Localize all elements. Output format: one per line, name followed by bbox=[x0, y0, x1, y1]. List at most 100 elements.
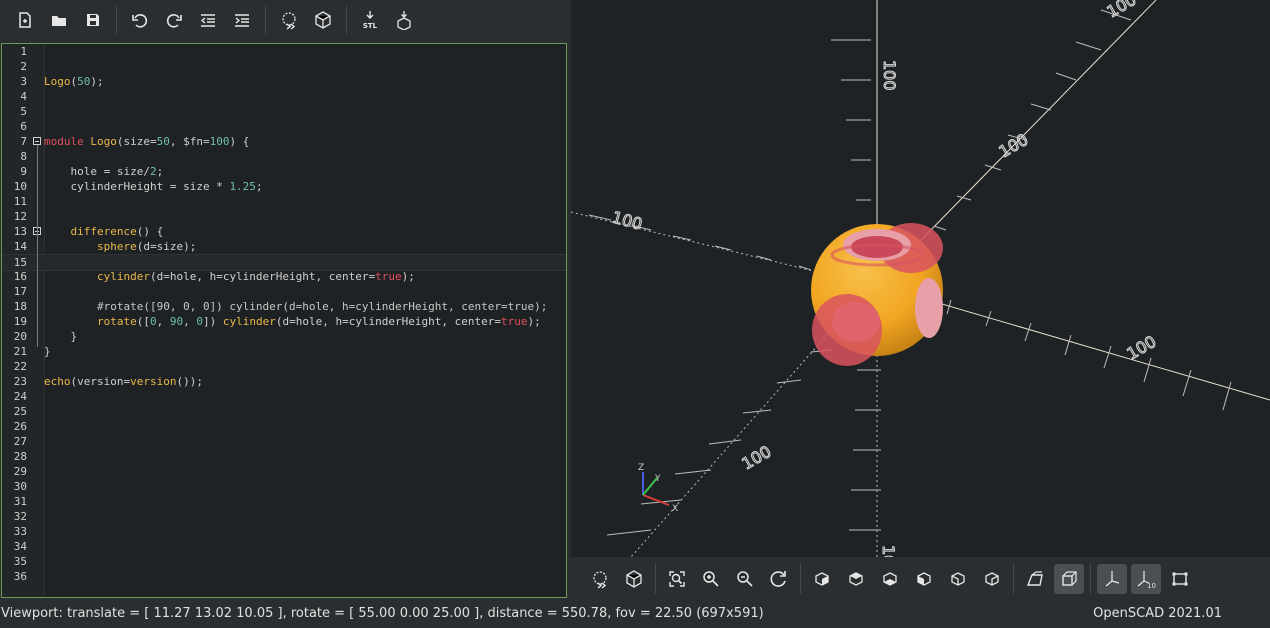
axis-label: 100 bbox=[739, 442, 775, 474]
code-line[interactable]: 20 } bbox=[2, 329, 566, 344]
line-text: sphere(d=size); bbox=[96, 240, 197, 253]
toolbar-separator bbox=[655, 563, 656, 594]
code-line[interactable]: 36 bbox=[2, 569, 566, 584]
line-text: cylinderHeight = size * 1.25; bbox=[44, 180, 263, 193]
code-line[interactable]: 22 bbox=[2, 359, 566, 374]
view-right-button[interactable] bbox=[807, 564, 837, 594]
redo-icon bbox=[166, 14, 182, 28]
view-left-button[interactable] bbox=[909, 564, 939, 594]
line-number: 16 bbox=[13, 270, 27, 283]
line-number: 32 bbox=[13, 510, 27, 523]
code-line[interactable]: 35 bbox=[2, 554, 566, 569]
redo-button[interactable] bbox=[159, 5, 189, 35]
save-icon bbox=[87, 14, 99, 26]
zoom-in-button[interactable] bbox=[696, 564, 726, 594]
code-line[interactable]: 26 bbox=[2, 419, 566, 434]
line-text: module Logo(size=50, $fn=100) { bbox=[44, 135, 250, 148]
code-line[interactable]: 4 bbox=[2, 89, 566, 104]
code-line[interactable]: 21} bbox=[2, 344, 566, 359]
show-axes-button[interactable] bbox=[1097, 563, 1127, 594]
zoom-in-icon bbox=[703, 570, 719, 587]
line-number: 2 bbox=[20, 60, 27, 73]
line-number: 10 bbox=[13, 180, 27, 193]
show-scale-markers-button[interactable]: 10 bbox=[1131, 563, 1161, 594]
code-line[interactable]: 16 cylinder(d=hole, h=cylinderHeight, ce… bbox=[2, 269, 566, 284]
show-edges-button[interactable] bbox=[1165, 564, 1195, 594]
preview-button[interactable] bbox=[585, 564, 615, 594]
view-all-icon bbox=[669, 570, 685, 587]
code-line[interactable]: 18 #rotate([90, 0, 0]) cylinder(d=hole, … bbox=[2, 299, 566, 314]
perspective-icon bbox=[1026, 570, 1043, 586]
code-line[interactable]: 3 Logo(50); bbox=[2, 74, 566, 89]
line-number: 35 bbox=[13, 555, 27, 568]
view-all-button[interactable] bbox=[662, 564, 692, 594]
zoom-out-button[interactable] bbox=[730, 564, 760, 594]
line-number: 7 bbox=[20, 135, 27, 148]
code-line[interactable]: 2 bbox=[2, 59, 566, 74]
export-stl-button[interactable]: STL bbox=[355, 5, 385, 35]
code-line[interactable]: 31 bbox=[2, 494, 566, 509]
view-front-icon bbox=[951, 571, 965, 586]
code-line[interactable]: 10 cylinderHeight = size * 1.25; bbox=[2, 179, 566, 194]
code-line[interactable]: 30 bbox=[2, 479, 566, 494]
view-bottom-button[interactable] bbox=[875, 564, 905, 594]
toolbar-separator bbox=[116, 6, 117, 34]
save-button[interactable] bbox=[78, 5, 108, 35]
send-to-print-button[interactable] bbox=[389, 5, 419, 35]
code-line[interactable]: 23 echo(version=version()); bbox=[2, 374, 566, 389]
code-line[interactable]: 7 module Logo(size=50, $fn=100) { bbox=[2, 134, 566, 149]
reset-view-button[interactable] bbox=[764, 564, 794, 594]
code-editor[interactable]: 1 2 3 Logo(50); 4 5 6 7 module Logo(size=50, $fn… bbox=[1, 43, 567, 598]
code-line[interactable]: 33 bbox=[2, 524, 566, 539]
indent-button[interactable] bbox=[227, 5, 257, 35]
axis-gizmo: Z Y X bbox=[638, 463, 678, 514]
code-line[interactable]: 24 bbox=[2, 389, 566, 404]
axis-label: 100 bbox=[1104, 0, 1140, 21]
code-line[interactable]: 19 rotate([0, 90, 0]) cylinder(d=hole, h… bbox=[2, 314, 566, 329]
unindent-button[interactable] bbox=[193, 5, 223, 35]
line-text: difference() { bbox=[70, 225, 164, 238]
reset-view-icon bbox=[770, 570, 786, 587]
orthogonal-button[interactable] bbox=[1054, 563, 1084, 594]
code-line[interactable]: 11 bbox=[2, 194, 566, 209]
undo-icon bbox=[132, 14, 148, 28]
code-line[interactable]: 1 bbox=[2, 44, 566, 59]
render-button[interactable] bbox=[308, 5, 338, 35]
new-file-button[interactable] bbox=[10, 5, 40, 35]
code-line[interactable]: 29 bbox=[2, 464, 566, 479]
code-line[interactable]: 5 bbox=[2, 104, 566, 119]
undo-button[interactable] bbox=[125, 5, 155, 35]
toolbar-separator bbox=[346, 6, 347, 34]
view-back-button[interactable] bbox=[977, 564, 1007, 594]
view-left-icon bbox=[917, 571, 931, 586]
code-line[interactable]: 17 bbox=[2, 284, 566, 299]
code-line[interactable]: 28 bbox=[2, 449, 566, 464]
perspective-button[interactable] bbox=[1020, 564, 1050, 594]
open-file-button[interactable] bbox=[44, 5, 74, 35]
axis-label: 10 bbox=[879, 545, 898, 557]
code-line[interactable]: 32 bbox=[2, 509, 566, 524]
fold-toggle-icon[interactable] bbox=[33, 137, 41, 145]
preview-button[interactable] bbox=[274, 5, 304, 35]
code-line[interactable]: 27 bbox=[2, 434, 566, 449]
code-line[interactable]: 14 sphere(d=size); bbox=[2, 239, 566, 254]
view-top-button[interactable] bbox=[841, 564, 871, 594]
code-line[interactable]: 9 hole = size/2; bbox=[2, 164, 566, 179]
view-front-button[interactable] bbox=[943, 564, 973, 594]
render-icon bbox=[626, 569, 642, 588]
code-line[interactable]: 25 bbox=[2, 404, 566, 419]
code-line[interactable]: 34 bbox=[2, 539, 566, 554]
code-line[interactable]: 8 bbox=[2, 149, 566, 164]
code-line[interactable]: 13 difference() { bbox=[2, 224, 566, 239]
code-line[interactable]: 12 bbox=[2, 209, 566, 224]
3d-viewport[interactable]: 100 100 100 100 100 100 10 Z Y X bbox=[571, 0, 1270, 557]
code-line[interactable]: 6 bbox=[2, 119, 566, 134]
line-text: hole = size/2; bbox=[44, 165, 164, 178]
axis-label: 100 bbox=[610, 208, 644, 234]
line-text: #rotate([90, 0, 0]) cylinder(d=hole, h=c… bbox=[44, 300, 548, 313]
render-button[interactable] bbox=[619, 564, 649, 594]
line-number: 9 bbox=[20, 165, 27, 178]
line-number: 5 bbox=[20, 105, 27, 118]
line-number: 28 bbox=[13, 450, 27, 463]
line-number: 22 bbox=[13, 360, 27, 373]
